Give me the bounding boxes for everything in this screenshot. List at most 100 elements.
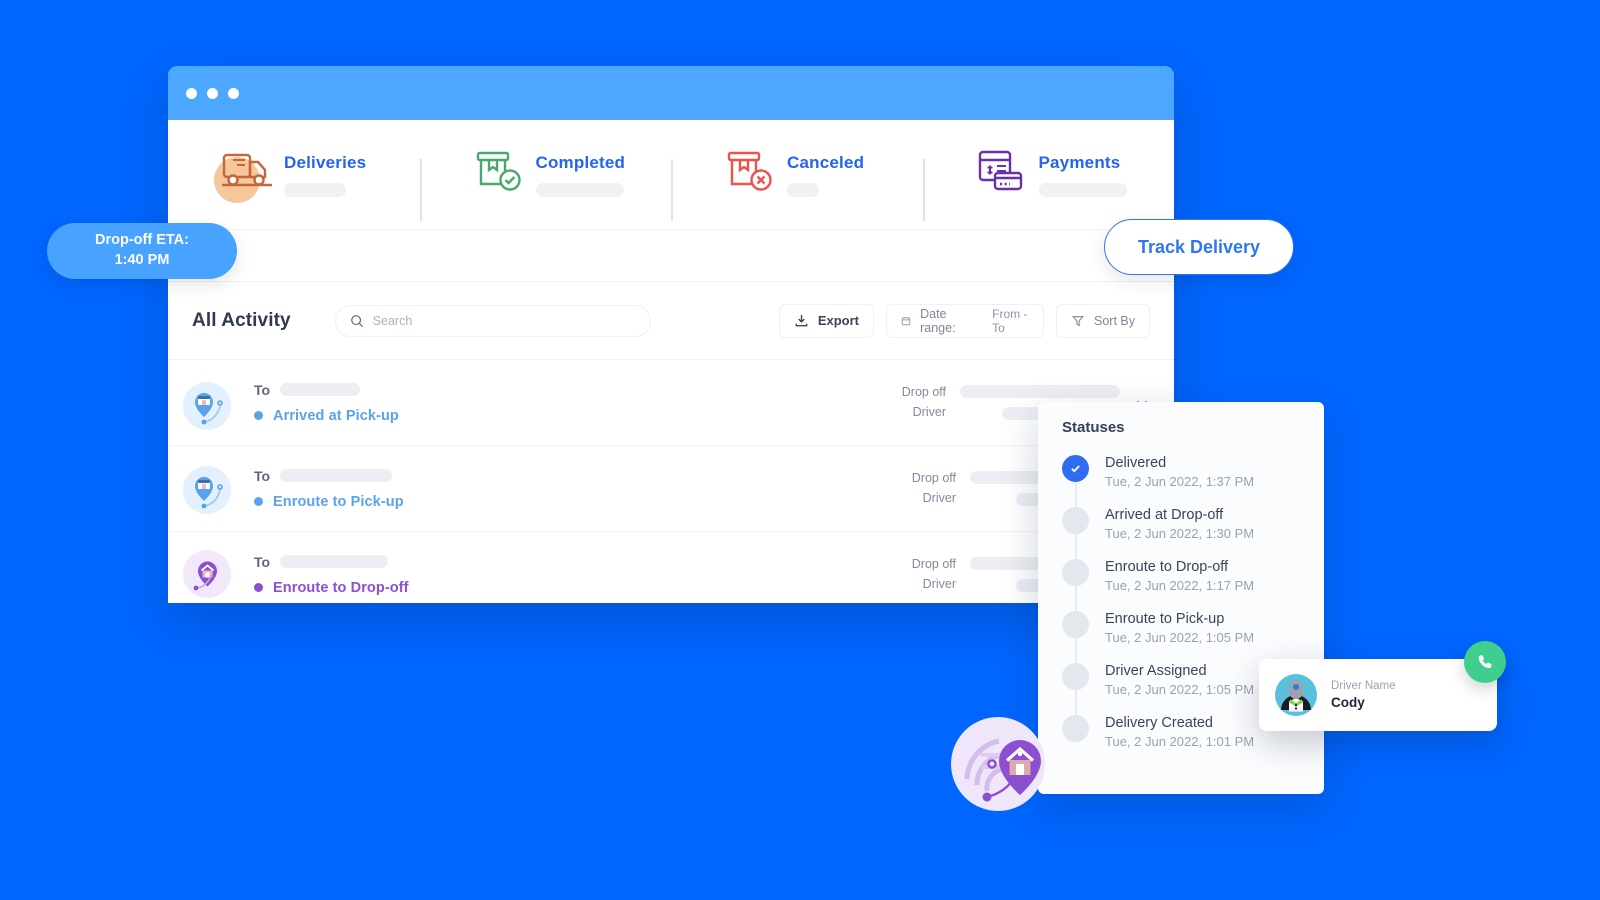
- dropoff-house-pin-icon: [951, 717, 1045, 811]
- status-time: Tue, 2 Jun 2022, 1:17 PM: [1105, 578, 1255, 593]
- sort-by-button[interactable]: Sort By: [1056, 303, 1150, 338]
- destination-redacted: [280, 469, 393, 482]
- stat-card-payments[interactable]: Payments: [922, 145, 1175, 221]
- driver-name-label: Driver Name: [1331, 680, 1396, 692]
- driver-label: Driver: [922, 490, 956, 505]
- status-dot: [254, 411, 263, 420]
- delivery-truck-icon: [210, 145, 272, 205]
- to-label: To: [254, 553, 271, 570]
- status-node-icon: [1062, 611, 1089, 638]
- track-delivery-label: Track Delivery: [1137, 236, 1261, 257]
- activity-toolbar: All Activity Search Export Date range: F…: [168, 282, 1174, 360]
- status-time: Tue, 2 Jun 2022, 1:37 PM: [1105, 474, 1255, 489]
- search-placeholder: Search: [372, 313, 413, 328]
- statuses-title: Statuses: [1062, 419, 1125, 436]
- status-name: Arrived at Drop-off: [1105, 507, 1224, 523]
- stat-value-placeholder: [787, 182, 819, 197]
- status-timeline-item[interactable]: Enroute to Drop-off Tue, 2 Jun 2022, 1:1…: [1062, 559, 1324, 593]
- statuses-panel: Statuses Delivered Tue, 2 Jun 2022, 1:37…: [1038, 402, 1324, 794]
- driver-avatar: [1275, 674, 1317, 716]
- table-row[interactable]: To Arrived at Pick-up Drop off Driver: [168, 360, 1174, 446]
- track-delivery-button[interactable]: Track Delivery: [1104, 219, 1294, 275]
- status-time: Tue, 2 Jun 2022, 1:05 PM: [1105, 630, 1255, 645]
- stat-value-placeholder: [284, 182, 346, 197]
- status-name: Enroute to Drop-off: [1105, 559, 1229, 575]
- status-name: Driver Assigned: [1105, 663, 1207, 679]
- stat-card-completed[interactable]: Completed: [419, 145, 672, 221]
- driver-label: Driver: [922, 576, 956, 591]
- status-name: Delivered: [1105, 455, 1167, 471]
- driver-label: Driver: [912, 404, 946, 419]
- row-status-label: Enroute to Pick-up: [273, 493, 404, 510]
- status-name: Delivery Created: [1105, 715, 1213, 731]
- filter-icon: [1071, 315, 1085, 326]
- app-window: Deliveries Completed Canceled Payments A…: [168, 66, 1174, 603]
- window-titlebar: [168, 66, 1174, 120]
- window-maximize-dot[interactable]: [228, 87, 239, 99]
- stat-label: Completed: [535, 152, 626, 172]
- driver-card[interactable]: Driver Name Cody: [1259, 659, 1497, 731]
- stat-card-deliveries[interactable]: Deliveries: [168, 145, 420, 205]
- dropoff-eta-badge: Drop-off ETA: 1:40 PM: [47, 223, 237, 279]
- date-range-label: Date range:: [920, 306, 956, 335]
- stat-card-canceled[interactable]: Canceled: [671, 145, 923, 221]
- dropoff-label: Drop off: [911, 557, 956, 572]
- destination-redacted: [280, 555, 389, 568]
- table-row[interactable]: To Enroute to Drop-off Drop off Driver: [168, 532, 1174, 603]
- status-name: Enroute to Pick-up: [1105, 611, 1225, 627]
- pickup-store-pin-icon: [183, 382, 231, 430]
- dropoff-label: Drop off: [901, 385, 946, 400]
- status-time: Tue, 2 Jun 2022, 1:30 PM: [1105, 526, 1255, 541]
- eta-time: 1:40 PM: [114, 252, 170, 268]
- stat-label: Payments: [1038, 152, 1121, 172]
- driver-name-value: Cody: [1331, 695, 1365, 710]
- status-time: Tue, 2 Jun 2022, 1:05 PM: [1105, 682, 1255, 697]
- stat-value-placeholder: [535, 182, 624, 197]
- activity-list: To Arrived at Pick-up Drop off Driver To…: [168, 360, 1174, 603]
- status-dot: [254, 497, 263, 506]
- completed-box-icon: [462, 145, 522, 205]
- status-timeline-item[interactable]: Enroute to Pick-up Tue, 2 Jun 2022, 1:05…: [1062, 611, 1324, 645]
- page-title: All Activity: [192, 309, 291, 331]
- stat-value-placeholder: [1038, 182, 1127, 197]
- toolbar-actions: Export Date range: From - To Sort By: [778, 303, 1150, 338]
- sort-by-label: Sort By: [1094, 313, 1135, 328]
- to-label: To: [254, 467, 271, 484]
- table-row[interactable]: To Enroute to Pick-up Drop off Driver: [168, 446, 1174, 532]
- stat-label: Canceled: [787, 152, 865, 172]
- status-timeline-item[interactable]: Delivered Tue, 2 Jun 2022, 1:37 PM: [1062, 455, 1324, 489]
- sub-header-band: [168, 230, 1174, 282]
- status-node-icon: [1062, 715, 1089, 742]
- to-label: To: [254, 381, 271, 398]
- export-label: Export: [817, 313, 859, 328]
- status-dot: [254, 583, 263, 592]
- status-node-icon: [1062, 507, 1089, 534]
- call-driver-button[interactable]: [1464, 641, 1506, 683]
- search-icon: [350, 314, 363, 327]
- download-icon: [795, 314, 808, 327]
- status-node-icon: [1062, 663, 1089, 690]
- phone-icon: [1478, 655, 1492, 668]
- stat-label: Deliveries: [284, 152, 367, 172]
- dropoff-house-pin-icon: [183, 550, 231, 598]
- search-input[interactable]: Search: [334, 304, 651, 337]
- row-status-label: Arrived at Pick-up: [273, 407, 399, 424]
- pickup-store-pin-icon: [183, 466, 231, 514]
- destination-redacted: [280, 383, 361, 396]
- window-close-dot[interactable]: [186, 87, 197, 99]
- canceled-box-icon: [713, 145, 773, 205]
- status-time: Tue, 2 Jun 2022, 1:01 PM: [1105, 734, 1255, 749]
- dropoff-label: Drop off: [911, 471, 956, 486]
- window-minimize-dot[interactable]: [207, 87, 218, 99]
- date-range-button[interactable]: Date range: From - To: [886, 303, 1044, 338]
- stats-header: Deliveries Completed Canceled Payments: [168, 120, 1174, 230]
- date-range-value: From - To: [992, 306, 1028, 335]
- screen: Deliveries Completed Canceled Payments A…: [0, 0, 1600, 900]
- calendar-icon: [901, 316, 911, 325]
- row-status-label: Enroute to Drop-off: [273, 579, 409, 596]
- payments-invoice-icon: [965, 145, 1025, 205]
- status-timeline-item[interactable]: Arrived at Drop-off Tue, 2 Jun 2022, 1:3…: [1062, 507, 1324, 541]
- dropoff-redacted: [960, 385, 1120, 398]
- eta-title: Drop-off ETA:: [95, 232, 189, 249]
- export-button[interactable]: Export: [778, 303, 874, 338]
